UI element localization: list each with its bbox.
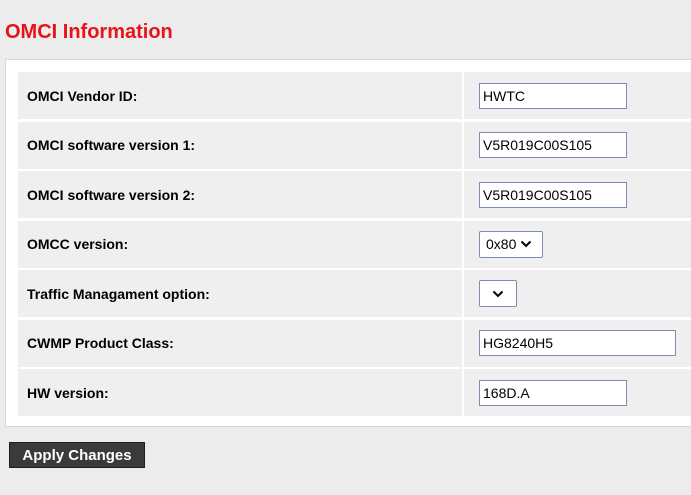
software-version-2-label: OMCI software version 2: xyxy=(18,171,462,218)
traffic-management-label: Traffic Managament option: xyxy=(18,270,462,317)
cwmp-product-class-label: CWMP Product Class: xyxy=(18,319,462,367)
omcc-version-select[interactable]: 0x80 xyxy=(479,230,543,258)
hw-version-cell xyxy=(464,369,691,416)
software-version-2-cell xyxy=(464,171,691,218)
omci-form-table: OMCI Vendor ID: OMCI software version 1:… xyxy=(18,72,691,419)
vendor-id-row: OMCI Vendor ID: xyxy=(18,72,691,119)
traffic-management-cell xyxy=(464,270,691,317)
vendor-id-input[interactable] xyxy=(479,82,627,109)
omci-info-panel: OMCI Vendor ID: OMCI software version 1:… xyxy=(5,59,691,427)
chevron-down-icon xyxy=(521,240,532,248)
page-title: OMCI Information xyxy=(5,21,173,43)
omcc-version-selected: 0x80 xyxy=(486,236,517,252)
cwmp-product-class-input[interactable] xyxy=(479,330,676,356)
hw-version-row: HW version: xyxy=(18,369,691,416)
hw-version-input[interactable] xyxy=(479,379,627,406)
cwmp-product-class-cell xyxy=(464,319,691,367)
cwmp-product-class-row: CWMP Product Class: xyxy=(18,319,691,367)
software-version-1-label: OMCI software version 1: xyxy=(18,121,462,169)
software-version-1-cell xyxy=(464,121,691,169)
software-version-2-row: OMCI software version 2: xyxy=(18,171,691,218)
omcc-version-row: OMCC version: 0x80 xyxy=(18,220,691,268)
hw-version-label: HW version: xyxy=(18,369,462,416)
software-version-1-input[interactable] xyxy=(479,132,627,158)
traffic-management-select[interactable] xyxy=(479,280,517,307)
vendor-id-label: OMCI Vendor ID: xyxy=(18,72,462,119)
omcc-version-label: OMCC version: xyxy=(18,220,462,268)
omcc-version-cell: 0x80 xyxy=(464,220,691,268)
chevron-down-icon xyxy=(492,290,504,297)
software-version-1-row: OMCI software version 1: xyxy=(18,121,691,169)
apply-changes-button[interactable]: Apply Changes xyxy=(9,442,145,468)
traffic-management-row: Traffic Managament option: xyxy=(18,270,691,317)
software-version-2-input[interactable] xyxy=(479,181,627,208)
vendor-id-cell xyxy=(464,72,691,119)
